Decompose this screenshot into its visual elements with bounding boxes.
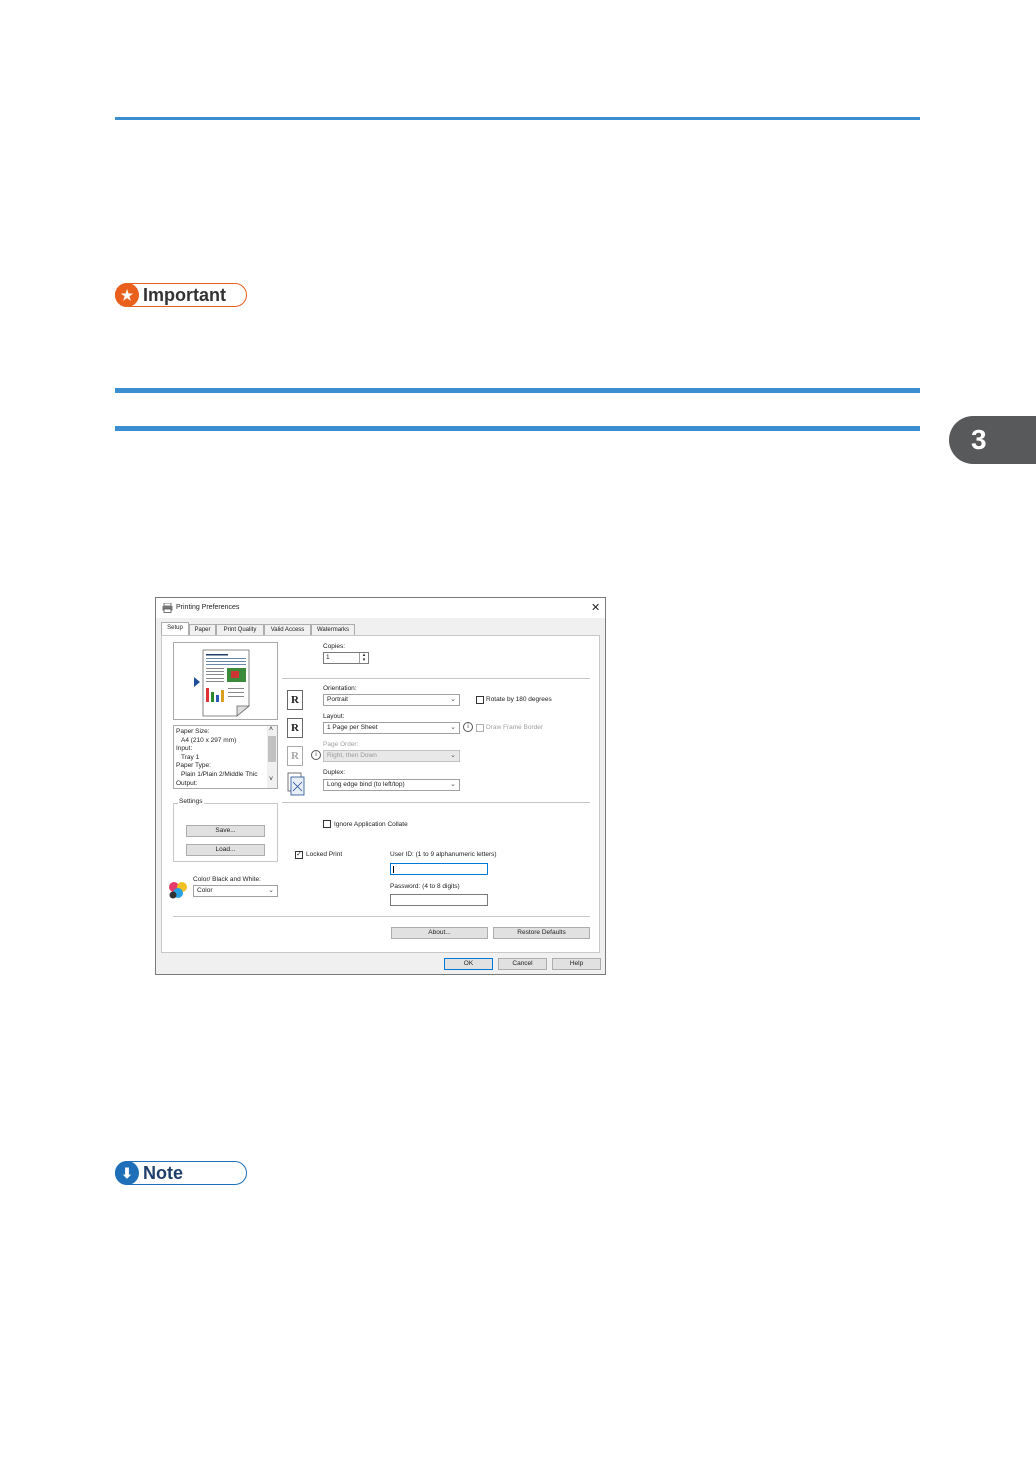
scroll-up-icon[interactable]: ˄ — [269, 726, 273, 735]
chevron-down-icon: ⌄ — [450, 752, 456, 759]
list-item: Paper Type: — [176, 762, 211, 770]
list-item: A4 (210 x 297 mm) — [181, 736, 237, 744]
list-item: Input: — [176, 745, 193, 753]
layout-label: Layout: — [323, 713, 345, 720]
list-item: Tray 1 — [181, 753, 200, 761]
locked-print-label: Locked Print — [306, 851, 343, 858]
divider — [282, 678, 590, 679]
user-id-label: User ID: (1 to 9 alphanumeric letters) — [390, 851, 497, 858]
list-scrollbar[interactable]: ˄ ˅ — [267, 726, 277, 788]
chevron-down-icon: ⌄ — [450, 696, 456, 703]
rotate-checkbox[interactable] — [476, 696, 484, 704]
chapter-tab: 3 — [949, 416, 1036, 464]
chevron-down-icon: ⌄ — [450, 724, 456, 731]
tab-setup[interactable]: Setup — [161, 622, 189, 635]
close-icon[interactable]: ✕ — [591, 601, 600, 614]
restore-defaults-button[interactable]: Restore Defaults — [493, 927, 590, 939]
page-order-icon: R — [287, 746, 303, 766]
list-item: Output: — [176, 779, 198, 787]
duplex-icon — [287, 772, 305, 796]
cancel-button[interactable]: Cancel — [498, 958, 547, 970]
ignore-collate-label: Ignore Application Collate — [334, 821, 408, 828]
tab-valid-access[interactable]: Valid Access — [264, 624, 311, 635]
copies-stepper[interactable]: 1 ▴ ▾ — [323, 652, 369, 664]
orientation-select[interactable]: Portrait ⌄ — [323, 694, 460, 706]
important-badge: ★ Important — [115, 283, 247, 307]
arrow-down-icon: ⬇ — [115, 1161, 139, 1185]
page-preview — [173, 642, 278, 720]
text-cursor — [393, 866, 394, 873]
save-button[interactable]: Save... — [186, 825, 265, 837]
color-select[interactable]: Color ⌄ — [193, 885, 278, 897]
tab-print-quality[interactable]: Print Quality — [216, 624, 264, 635]
frame-border-checkbox[interactable] — [476, 724, 484, 732]
chevron-down-icon: ⌄ — [268, 887, 274, 894]
list-item: Paper Size: — [176, 728, 210, 735]
divider — [282, 802, 590, 803]
list-item: Plain 1/Plain 2/Middle Thic — [181, 770, 258, 778]
dialog-title: Printing Preferences — [176, 604, 240, 611]
title-bar: Printing Preferences ✕ — [156, 598, 605, 618]
chevron-down-icon: ⌄ — [450, 781, 456, 788]
color-palette-icon — [169, 882, 187, 899]
scroll-thumb[interactable] — [268, 736, 276, 762]
password-label: Password: (4 to 8 digits) — [390, 883, 460, 890]
section-rule-top — [115, 388, 920, 393]
copies-label: Copies: — [323, 643, 346, 650]
orientation-icon: R — [287, 690, 303, 710]
info-icon: i — [311, 750, 321, 760]
page-order-select[interactable]: Right, then Down ⌄ — [323, 750, 460, 762]
top-rule — [115, 117, 920, 120]
layout-icon: R — [287, 718, 303, 738]
duplex-select[interactable]: Long edge bind (to left/top) ⌄ — [323, 779, 460, 791]
scroll-down-icon[interactable]: ˅ — [269, 776, 273, 785]
note-badge: ⬇ Note — [115, 1161, 247, 1185]
document-preview-icon — [202, 649, 251, 717]
help-button[interactable]: Help — [552, 958, 601, 970]
section-rule-bottom — [115, 426, 920, 431]
duplex-label: Duplex: — [323, 769, 346, 776]
tab-watermarks[interactable]: Watermarks — [311, 624, 355, 635]
color-label: Color/ Black and White: — [193, 876, 261, 883]
stepper-arrows-icon[interactable]: ▴ ▾ — [359, 653, 368, 663]
printer-icon — [162, 603, 173, 613]
ignore-collate-checkbox[interactable] — [323, 820, 331, 828]
load-button[interactable]: Load... — [186, 844, 265, 856]
orientation-label: Orientation: — [323, 685, 357, 692]
ok-button[interactable]: OK — [444, 958, 493, 970]
rotate-label: Rotate by 180 degrees — [486, 696, 552, 703]
password-input[interactable] — [390, 894, 488, 906]
locked-print-checkbox[interactable]: ✓ — [295, 851, 303, 859]
frame-border-label: Draw Frame Border — [486, 724, 544, 731]
layout-select[interactable]: 1 Page per Sheet ⌄ — [323, 722, 460, 734]
paper-info-list[interactable]: Paper Size: A4 (210 x 297 mm) Input: Tra… — [173, 725, 278, 789]
divider — [173, 916, 590, 917]
star-icon: ★ — [115, 283, 139, 307]
page-order-label: Page Order: — [323, 741, 359, 748]
info-icon: i — [463, 722, 473, 732]
about-button[interactable]: About... — [391, 927, 488, 939]
tab-paper[interactable]: Paper — [189, 624, 216, 635]
user-id-input[interactable] — [390, 863, 488, 875]
setup-pane: Paper Size: A4 (210 x 297 mm) Input: Tra… — [161, 635, 600, 953]
settings-group-label: Settings — [178, 798, 204, 805]
preview-arrow-icon — [194, 677, 200, 687]
printing-preferences-dialog: Printing Preferences ✕ Setup Paper Print… — [155, 597, 606, 975]
